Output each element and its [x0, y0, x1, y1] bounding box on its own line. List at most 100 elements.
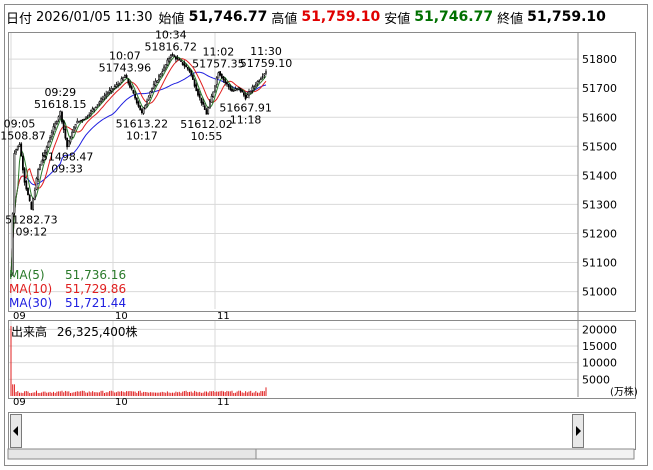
volume-tick-label: 5000 — [582, 373, 610, 386]
candle-body — [108, 89, 111, 93]
candle-body — [73, 126, 75, 133]
candle-body — [244, 94, 247, 100]
candle-body — [226, 82, 228, 85]
time-tick-label: 09 — [13, 311, 26, 322]
candle-body — [86, 116, 89, 118]
candle-body — [220, 73, 223, 79]
candle-body — [193, 79, 196, 87]
bottom-track[interactable] — [0, 448, 653, 460]
candle-body — [265, 71, 267, 74]
candle-body — [261, 76, 264, 78]
arrow-right-icon — [576, 426, 581, 436]
candle-body — [83, 118, 86, 121]
candle-body — [219, 71, 222, 76]
candle-body — [251, 86, 254, 91]
time-tick-label: 10 — [115, 397, 128, 408]
candle-body — [200, 97, 203, 104]
candle-body — [180, 60, 182, 62]
candle-body — [55, 120, 58, 125]
candle-body — [241, 90, 244, 93]
candle-body — [139, 105, 142, 111]
candle-body — [61, 111, 63, 123]
candle-body — [224, 79, 227, 83]
volume-label: 出来高 — [11, 325, 48, 339]
candle-body — [110, 87, 113, 92]
candle-body — [54, 122, 57, 129]
candle-body — [173, 55, 176, 57]
candle-body — [164, 64, 167, 69]
candle-body — [71, 131, 74, 138]
candle-body — [27, 187, 29, 196]
high-price-label: 51816.72 — [145, 40, 198, 53]
candle-body — [159, 74, 162, 77]
candle-body — [185, 65, 188, 68]
candle-body — [38, 164, 41, 170]
candle-body — [130, 86, 133, 90]
candle-body — [112, 88, 114, 90]
candle-body — [192, 75, 194, 80]
candle-body — [115, 84, 118, 88]
candle-body — [142, 107, 145, 114]
candle-body — [158, 75, 160, 80]
candle-body — [76, 120, 79, 124]
candle-body — [67, 140, 70, 148]
candle-body — [209, 100, 211, 109]
volume-tick-label: 10000 — [582, 357, 617, 370]
scroll-left-button[interactable] — [10, 414, 22, 448]
candle-body — [105, 93, 108, 97]
candle-body — [91, 108, 94, 112]
candle-body — [93, 107, 96, 110]
candle-body — [258, 80, 261, 82]
candle-body — [134, 93, 137, 99]
low-time-label: 09:33 — [51, 163, 83, 176]
candle-body — [144, 104, 147, 110]
candle-body — [205, 109, 208, 115]
candle-body — [147, 96, 150, 101]
candle-body — [25, 180, 28, 190]
volume-value: 26,325,400株 — [56, 325, 138, 339]
candle-body — [236, 87, 239, 90]
candle-body — [181, 61, 184, 65]
candle-body — [248, 91, 250, 96]
price-tick-label: 51800 — [582, 53, 617, 66]
volume-tick-label: 15000 — [582, 340, 617, 353]
ma10-label: MA(10) — [9, 282, 53, 296]
candle-body — [21, 155, 24, 171]
candle-body — [169, 55, 172, 59]
candle-body — [74, 123, 77, 129]
candle-body — [256, 81, 259, 85]
candle-body — [23, 168, 26, 183]
candle-body — [222, 76, 225, 81]
candle-body — [124, 75, 126, 79]
scroll-right-button[interactable] — [572, 414, 584, 448]
time-tick-label: 10 — [115, 311, 128, 322]
candle-body — [62, 120, 65, 130]
high-price-label: 51743.96 — [99, 61, 152, 74]
candle-body — [166, 59, 169, 66]
time-tick-label: 11 — [217, 397, 230, 408]
candle-body — [98, 101, 101, 104]
ma5-value: 51,736.16 — [65, 268, 127, 282]
candle-body — [129, 82, 131, 88]
candle-body — [176, 57, 179, 60]
candle-body — [178, 59, 181, 61]
candle-body — [215, 77, 218, 85]
candle-body — [231, 88, 233, 92]
candle-body — [32, 198, 35, 210]
candle-body — [207, 107, 210, 115]
low-time-label: 10:55 — [191, 130, 223, 143]
candle-body — [156, 80, 159, 83]
ma30-value: 51,721.44 — [65, 296, 127, 310]
ma30-label: MA(30) — [9, 296, 53, 310]
high-price-label: 51759.10 — [240, 57, 293, 70]
candle-body — [151, 87, 154, 92]
candle-body — [227, 84, 230, 88]
candle-body — [96, 103, 99, 106]
candle-body — [149, 91, 152, 96]
candle-body — [171, 53, 174, 56]
candle-body — [37, 168, 40, 180]
high-price-label: 51757.35 — [192, 58, 245, 71]
low-time-label: 11:18 — [230, 114, 262, 127]
overview-scrollbar[interactable] — [8, 412, 636, 450]
volume-legend: 出来高 26,325,400株 — [11, 323, 138, 340]
